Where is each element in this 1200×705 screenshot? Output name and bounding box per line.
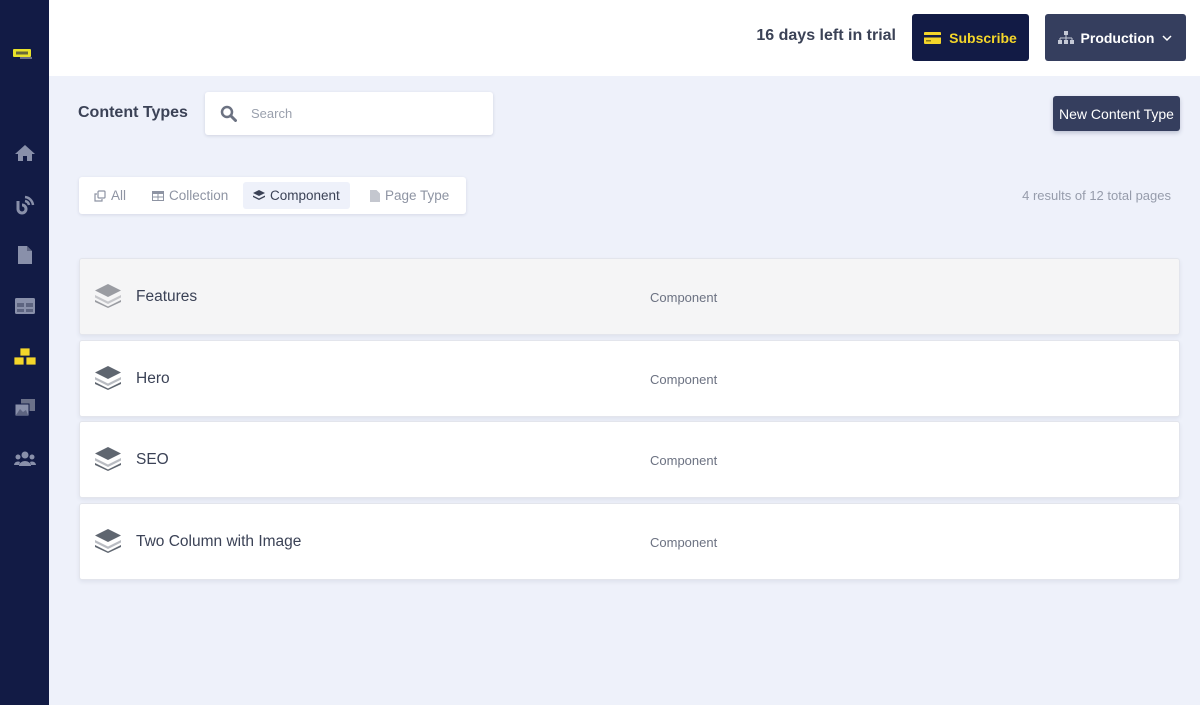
- sidebar-item-feeds[interactable]: [0, 184, 49, 224]
- content-type-name: Hero: [136, 369, 170, 387]
- page-title: Content Types: [78, 104, 188, 121]
- tab-label: Component: [270, 188, 340, 203]
- boxes-icon: [13, 347, 36, 366]
- sidebar-item-content-types[interactable]: [0, 337, 49, 377]
- sidebar-item-media[interactable]: [0, 388, 49, 428]
- table-icon: [152, 190, 164, 201]
- content-type-name: Two Column with Image: [136, 532, 302, 550]
- list-item[interactable]: SEO Component: [79, 421, 1180, 498]
- content-type-kind: Component: [650, 534, 718, 550]
- tab-label: All: [111, 188, 127, 203]
- content-type-kind: Component: [650, 371, 718, 387]
- environment-dropdown[interactable]: Production: [1045, 14, 1186, 61]
- search-field[interactable]: [205, 92, 493, 135]
- tab-label: Collection: [169, 188, 229, 203]
- content-type-list: Features Component Hero Component SEO Co…: [79, 258, 1180, 584]
- top-bar: 16 days left in trial Subscribe Producti…: [49, 0, 1200, 76]
- sitemap-icon: [1057, 30, 1074, 44]
- sidebar-item-home[interactable]: [0, 133, 49, 173]
- sidebar-item-collections[interactable]: [0, 286, 49, 326]
- layers-icon: [95, 365, 121, 390]
- sidebar-item-users[interactable]: [0, 439, 49, 479]
- content-type-kind: Component: [650, 453, 718, 468]
- rss-icon: [16, 195, 34, 215]
- content-type-name: Features: [136, 288, 198, 305]
- environment-label: Production: [1080, 29, 1155, 46]
- filter-tabs: All Collection Component Page Type: [79, 177, 466, 214]
- tab-label: Page Type: [385, 188, 450, 203]
- file-icon: [370, 189, 380, 202]
- tab-component[interactable]: Component: [243, 182, 350, 209]
- file-icon: [17, 246, 32, 264]
- layers-icon: [95, 528, 121, 553]
- tab-all[interactable]: All: [84, 182, 136, 209]
- trial-status: 16 days left in trial: [756, 27, 896, 44]
- new-content-type-button[interactable]: New Content Type: [1053, 96, 1180, 131]
- content-type-name: SEO: [136, 451, 169, 468]
- search-icon: [220, 105, 237, 122]
- subscribe-label: Subscribe: [949, 29, 1017, 46]
- chevron-down-icon: [1162, 34, 1172, 41]
- list-item[interactable]: Two Column with Image Component: [79, 502, 1180, 580]
- users-icon: [13, 451, 36, 466]
- home-icon: [14, 145, 35, 161]
- search-input[interactable]: [251, 106, 471, 121]
- sidebar: [0, 0, 49, 705]
- sidebar-item-pages[interactable]: [0, 235, 49, 275]
- results-count: 4 results of 12 total pages: [1022, 188, 1171, 203]
- content-type-kind: Component: [650, 290, 718, 305]
- list-item[interactable]: Features Component: [79, 258, 1180, 335]
- layers-icon: [95, 447, 121, 471]
- list-item[interactable]: Hero Component: [79, 339, 1180, 417]
- copy-icon: [94, 189, 106, 202]
- layers-icon: [95, 284, 121, 308]
- subscribe-button[interactable]: Subscribe: [912, 14, 1029, 61]
- images-icon: [14, 399, 35, 417]
- tab-collection[interactable]: Collection: [142, 182, 238, 209]
- tab-page-type[interactable]: Page Type: [360, 182, 459, 209]
- layers-icon: [253, 190, 265, 200]
- table-icon: [14, 298, 35, 314]
- app-logo-icon[interactable]: [12, 47, 34, 61]
- credit-card-icon: [924, 31, 942, 44]
